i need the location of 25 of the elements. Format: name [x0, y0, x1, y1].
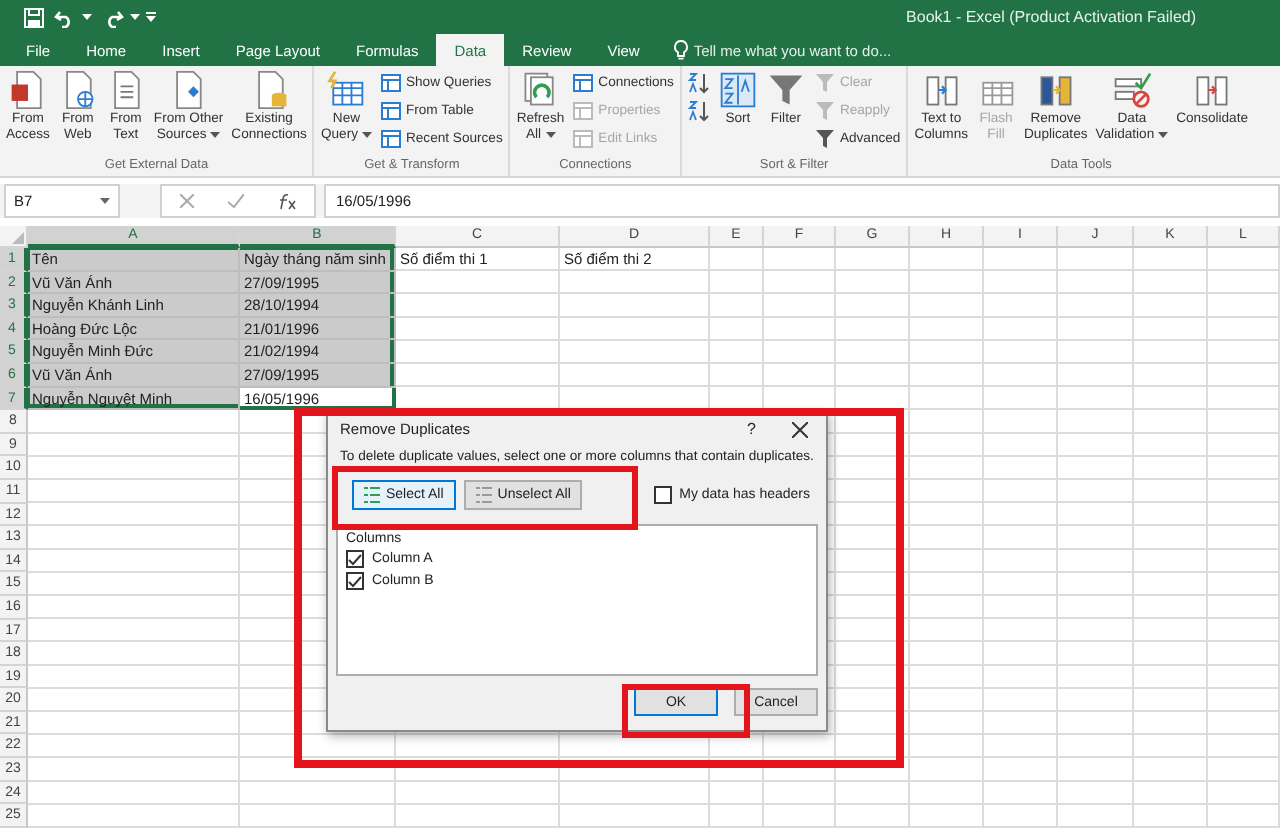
clear-filter-icon — [813, 72, 836, 94]
reapply-icon — [813, 100, 836, 122]
help-button[interactable]: ? — [747, 420, 756, 438]
table-icon — [379, 72, 402, 94]
table-icon — [379, 100, 402, 122]
undo-icon[interactable] — [54, 7, 76, 27]
close-icon[interactable] — [792, 421, 808, 437]
caret-icon[interactable] — [82, 14, 92, 20]
function-icon[interactable] — [277, 193, 297, 209]
redo-icon[interactable] — [102, 7, 124, 27]
sort-descending-icon[interactable] — [683, 98, 714, 124]
filter-icon — [765, 70, 806, 110]
caret-icon — [100, 198, 110, 204]
sort-ascending-icon[interactable] — [683, 70, 714, 96]
sort-icon — [717, 70, 758, 110]
columns-icon — [1035, 70, 1076, 110]
list-icon — [364, 486, 380, 504]
lightbulb-icon — [673, 40, 688, 60]
list-icon — [475, 486, 492, 504]
advanced-filter-icon — [813, 128, 836, 150]
caret-icon[interactable] — [130, 14, 140, 20]
window-title: Book1 - Excel (Product Activation Failed) — [906, 8, 1196, 26]
check-icon[interactable] — [227, 194, 243, 208]
customize-icon[interactable] — [146, 12, 156, 22]
save-icon[interactable] — [24, 7, 44, 27]
